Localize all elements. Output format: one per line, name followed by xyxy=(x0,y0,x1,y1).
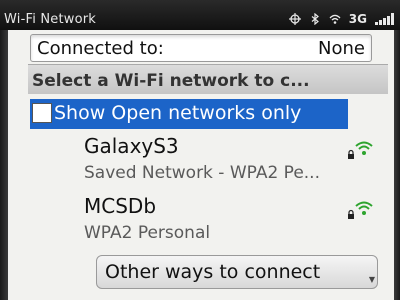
network-name: GalaxyS3 xyxy=(84,134,179,158)
status-bar: Wi-Fi Network 3G xyxy=(0,0,400,30)
show-open-checkbox[interactable] xyxy=(32,103,52,123)
bluetooth-icon xyxy=(311,13,319,25)
location-icon xyxy=(288,13,301,25)
wifi-network-screen: Wi-Fi Network 3G Connected to: None Sele… xyxy=(0,0,400,300)
network-item[interactable]: MCSDb WPA2 Personal xyxy=(80,194,400,250)
wifi-icon xyxy=(355,141,373,155)
section-header: Select a Wi-Fi network to c... xyxy=(28,64,388,94)
other-ways-label: Other ways to connect xyxy=(105,261,321,283)
network-name: MCSDb xyxy=(84,194,157,218)
signal-icon xyxy=(375,13,394,25)
chevron-down-icon: ▼ xyxy=(368,275,375,284)
wifi-icon xyxy=(355,201,373,215)
network-type: 3G xyxy=(348,12,367,26)
wifi-icon xyxy=(329,14,341,24)
show-open-label: Show Open networks only xyxy=(54,102,302,124)
network-detail: WPA2 Personal xyxy=(84,223,211,243)
connected-label: Connected to: xyxy=(37,38,164,59)
network-detail: Saved Network - WPA2 Pe... xyxy=(84,163,320,183)
connected-value: None xyxy=(318,38,365,59)
show-open-networks-row[interactable]: Show Open networks only xyxy=(30,99,348,129)
network-item[interactable]: GalaxyS3 Saved Network - WPA2 Pe... xyxy=(80,134,400,190)
window-title: Wi-Fi Network xyxy=(4,12,97,27)
status-icons: 3G xyxy=(288,12,394,26)
other-ways-to-connect-button[interactable]: Other ways to connect ▼ xyxy=(96,255,378,289)
connected-to-field[interactable]: Connected to: None xyxy=(30,34,372,62)
bezel-left xyxy=(0,30,8,300)
section-header-text: Select a Wi-Fi network to c... xyxy=(32,71,310,91)
